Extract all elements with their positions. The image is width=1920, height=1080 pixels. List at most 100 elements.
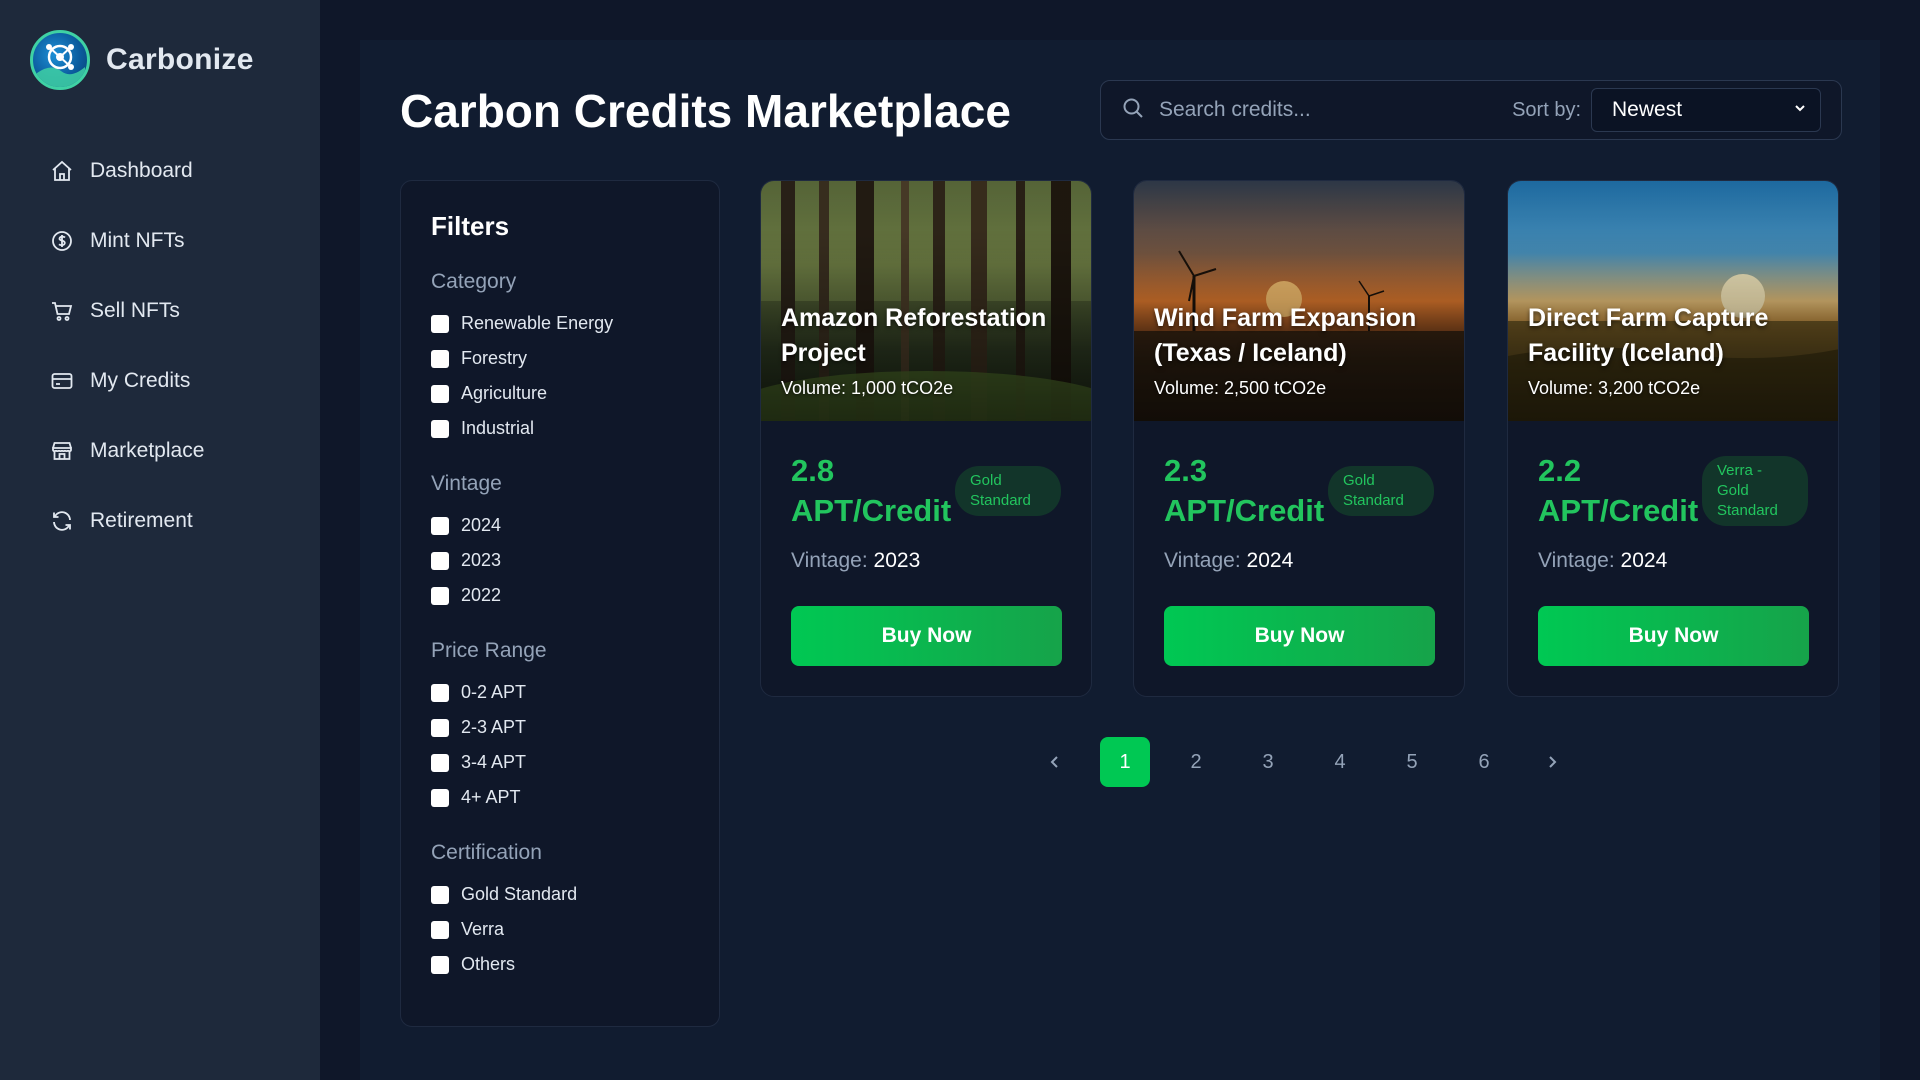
credit-card-item[interactable]: Direct Farm Capture Facility (Iceland) V… bbox=[1507, 180, 1839, 697]
filter-option[interactable]: 2023 bbox=[431, 543, 689, 578]
card-volume: Volume: 1,000 tCO2e bbox=[781, 378, 954, 398]
filter-option-label: 4+ APT bbox=[461, 787, 521, 807]
credit-card-item[interactable]: Amazon Reforestation Project Volume: 1,0… bbox=[760, 180, 1092, 697]
filter-option-label: Forestry bbox=[461, 348, 528, 368]
filter-option[interactable]: Others bbox=[431, 947, 689, 982]
search-icon bbox=[1121, 96, 1145, 125]
filter-group-title: Certification bbox=[431, 841, 542, 864]
filter-group-title: Price Range bbox=[431, 639, 547, 662]
chevron-down-icon bbox=[1792, 98, 1808, 122]
filter-option[interactable]: 4+ APT bbox=[431, 780, 689, 815]
checkbox[interactable] bbox=[431, 551, 449, 570]
brand[interactable]: Carbonize bbox=[30, 30, 254, 90]
vintage-label: Vintage: bbox=[1538, 549, 1615, 572]
carbonize-logo-icon bbox=[30, 30, 90, 90]
filter-option[interactable]: 2024 bbox=[431, 508, 689, 543]
card-image-wind-farm: Wind Farm Expansion (Texas / Iceland) Vo… bbox=[1134, 181, 1464, 421]
main-content: Carbon Credits Marketplace Sort by: Newe… bbox=[360, 40, 1880, 1080]
sidebar-item-label: Retirement bbox=[90, 509, 193, 532]
sidebar-item-label: Sell NFTs bbox=[90, 299, 180, 322]
card-image-field: Direct Farm Capture Facility (Iceland) V… bbox=[1508, 181, 1838, 421]
checkbox[interactable] bbox=[431, 349, 449, 368]
sort-label: Sort by: bbox=[1512, 98, 1581, 121]
credit-card-item[interactable]: Wind Farm Expansion (Texas / Iceland) Vo… bbox=[1133, 180, 1465, 697]
sidebar-item-label: Dashboard bbox=[90, 159, 193, 182]
sidebar-item-mint-nfts[interactable]: Mint NFTs bbox=[48, 206, 298, 276]
chevron-right-icon bbox=[1549, 756, 1557, 768]
certification-badge: Gold Standard bbox=[955, 466, 1061, 516]
page-button[interactable]: 5 bbox=[1387, 737, 1437, 787]
search-input[interactable] bbox=[1159, 98, 1489, 122]
card-title: Amazon Reforestation Project bbox=[781, 304, 1047, 367]
filter-option[interactable]: 3-4 APT bbox=[431, 745, 689, 780]
sidebar-item-sell-nfts[interactable]: Sell NFTs bbox=[48, 276, 298, 346]
filter-option[interactable]: Verra bbox=[431, 912, 689, 947]
checkbox[interactable] bbox=[431, 384, 449, 403]
sidebar-item-label: Marketplace bbox=[90, 439, 205, 462]
dollar-circle-icon bbox=[48, 227, 76, 255]
filter-option[interactable]: 2022 bbox=[431, 578, 689, 613]
page-button[interactable]: 1 bbox=[1100, 737, 1150, 787]
card-image-forest: Amazon Reforestation Project Volume: 1,0… bbox=[761, 181, 1091, 421]
home-icon bbox=[48, 157, 76, 185]
card-vintage: Vintage: 2024 bbox=[1538, 549, 1667, 573]
page-button[interactable]: 6 bbox=[1459, 737, 1509, 787]
filter-option[interactable]: Gold Standard bbox=[431, 877, 689, 912]
checkbox[interactable] bbox=[431, 516, 449, 535]
card-title: Direct Farm Capture Facility (Iceland) bbox=[1528, 304, 1769, 367]
filter-option-label: 0-2 APT bbox=[461, 682, 527, 702]
credit-card-icon bbox=[48, 367, 76, 395]
filter-option[interactable]: Industrial bbox=[431, 411, 689, 446]
buy-now-button[interactable]: Buy Now bbox=[1538, 606, 1809, 666]
next-page-button[interactable] bbox=[1527, 737, 1577, 787]
card-volume: Volume: 3,200 tCO2e bbox=[1528, 378, 1701, 398]
checkbox[interactable] bbox=[431, 314, 449, 333]
checkbox[interactable] bbox=[431, 718, 449, 737]
vintage-value: 2024 bbox=[1246, 549, 1294, 572]
page-button[interactable]: 4 bbox=[1315, 737, 1365, 787]
page-button[interactable]: 2 bbox=[1171, 737, 1221, 787]
filter-option[interactable]: Agriculture bbox=[431, 376, 689, 411]
vintage-label: Vintage: bbox=[791, 549, 868, 572]
filter-option[interactable]: Renewable Energy bbox=[431, 306, 689, 341]
checkbox[interactable] bbox=[431, 955, 449, 974]
sort-select[interactable]: Newest bbox=[1591, 88, 1821, 132]
certification-badge: Verra - Gold Standard bbox=[1702, 456, 1808, 526]
filter-option-label: 2023 bbox=[461, 550, 502, 570]
filter-option-label: Others bbox=[461, 954, 516, 974]
chevron-left-icon bbox=[1050, 756, 1058, 768]
card-volume: Volume: 2,500 tCO2e bbox=[1154, 378, 1327, 398]
filter-option[interactable]: Forestry bbox=[431, 341, 689, 376]
refresh-icon bbox=[48, 507, 76, 535]
filters-panel: Filters Category Renewable Energy Forest… bbox=[400, 180, 720, 1027]
sidebar-item-my-credits[interactable]: My Credits bbox=[48, 346, 298, 416]
checkbox[interactable] bbox=[431, 586, 449, 605]
filter-option-label: 2-3 APT bbox=[461, 717, 527, 737]
filter-option-label: Agriculture bbox=[461, 383, 548, 403]
checkbox[interactable] bbox=[431, 683, 449, 702]
filters-title: Filters bbox=[431, 211, 510, 241]
filter-option[interactable]: 2-3 APT bbox=[431, 710, 689, 745]
prev-page-button[interactable] bbox=[1030, 737, 1080, 787]
sidebar-item-marketplace[interactable]: Marketplace bbox=[48, 416, 298, 486]
filter-option-label: 2024 bbox=[461, 515, 502, 535]
card-price: 2.3 APT/Credit bbox=[1164, 453, 1325, 528]
card-vintage: Vintage: 2024 bbox=[1164, 549, 1293, 573]
filter-option-label: Industrial bbox=[461, 418, 535, 438]
buy-now-button[interactable]: Buy Now bbox=[1164, 606, 1435, 666]
filter-option-label: Renewable Energy bbox=[461, 313, 614, 333]
checkbox[interactable] bbox=[431, 885, 449, 904]
buy-now-button[interactable]: Buy Now bbox=[791, 606, 1062, 666]
checkbox[interactable] bbox=[431, 419, 449, 438]
checkbox[interactable] bbox=[431, 920, 449, 939]
filter-option-label: Verra bbox=[461, 919, 505, 939]
sidebar-item-retirement[interactable]: Retirement bbox=[48, 486, 298, 556]
filter-group-certification: Certification Gold Standard Verra Others bbox=[431, 841, 689, 982]
checkbox[interactable] bbox=[431, 753, 449, 772]
checkbox[interactable] bbox=[431, 788, 449, 807]
pagination: 1 2 3 4 5 6 bbox=[1030, 737, 1577, 787]
card-title: Wind Farm Expansion (Texas / Iceland) bbox=[1154, 304, 1417, 367]
sidebar-item-dashboard[interactable]: Dashboard bbox=[48, 136, 298, 206]
page-button[interactable]: 3 bbox=[1243, 737, 1293, 787]
filter-option[interactable]: 0-2 APT bbox=[431, 675, 689, 710]
